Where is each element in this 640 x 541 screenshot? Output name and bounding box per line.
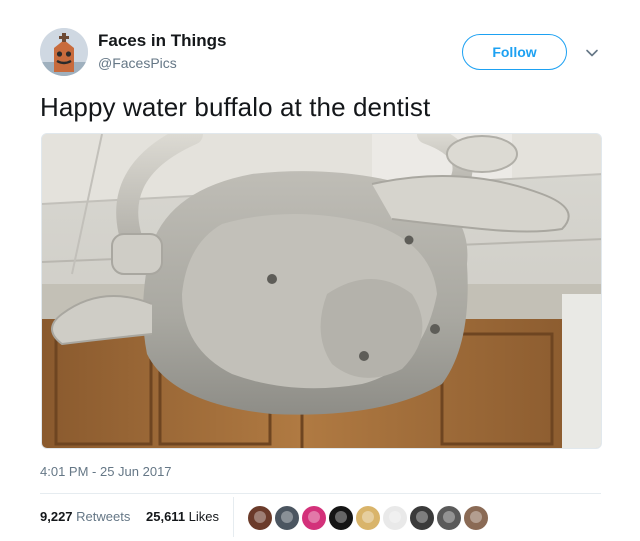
likes-count: 25,611 bbox=[146, 509, 186, 524]
tweet-text: Happy water buffalo at the dentist bbox=[40, 92, 431, 122]
liker-avatar-face-icon bbox=[362, 511, 374, 523]
likes-label: Likes bbox=[188, 509, 220, 524]
retweets-count: 9,227 bbox=[40, 509, 73, 524]
tweet-timestamp[interactable]: 4:01 PM - 25 Jun 2017 bbox=[40, 464, 172, 479]
liker-avatar[interactable] bbox=[301, 505, 327, 531]
liker-avatar-face-icon bbox=[470, 511, 482, 523]
author-name[interactable]: Faces in Things bbox=[98, 31, 226, 51]
divider bbox=[40, 493, 601, 494]
author-handle[interactable]: @FacesPics bbox=[98, 55, 177, 71]
retweets-label: Retweets bbox=[76, 509, 131, 524]
chevron-down-icon[interactable] bbox=[583, 44, 601, 62]
follow-button[interactable]: Follow bbox=[462, 34, 567, 70]
liker-avatar[interactable] bbox=[328, 505, 354, 531]
liker-avatar[interactable] bbox=[382, 505, 408, 531]
liker-avatar[interactable] bbox=[247, 505, 273, 531]
dental-lamp-photo bbox=[42, 134, 601, 448]
liker-avatar-face-icon bbox=[416, 511, 428, 523]
liker-avatar-face-icon bbox=[389, 511, 401, 523]
liker-avatar[interactable] bbox=[436, 505, 462, 531]
liker-avatar-face-icon bbox=[281, 511, 293, 523]
liker-avatar-face-icon bbox=[443, 511, 455, 523]
retweets-stat[interactable]: 9,227 Retweets bbox=[40, 509, 130, 524]
avatar[interactable] bbox=[40, 28, 88, 76]
liker-avatar[interactable] bbox=[463, 505, 489, 531]
stats-separator bbox=[233, 497, 234, 537]
liker-avatar[interactable] bbox=[355, 505, 381, 531]
tweet-card: Faces in Things @FacesPics Follow Happy … bbox=[0, 0, 640, 541]
liker-avatar-face-icon bbox=[254, 511, 266, 523]
liker-avatar[interactable] bbox=[409, 505, 435, 531]
liker-avatar-face-icon bbox=[335, 511, 347, 523]
liker-avatar[interactable] bbox=[274, 505, 300, 531]
likes-stat[interactable]: 25,611 Likes bbox=[146, 509, 219, 524]
avatar-face-icon bbox=[40, 28, 88, 76]
liker-avatar-face-icon bbox=[308, 511, 320, 523]
tweet-photo[interactable] bbox=[41, 133, 602, 449]
